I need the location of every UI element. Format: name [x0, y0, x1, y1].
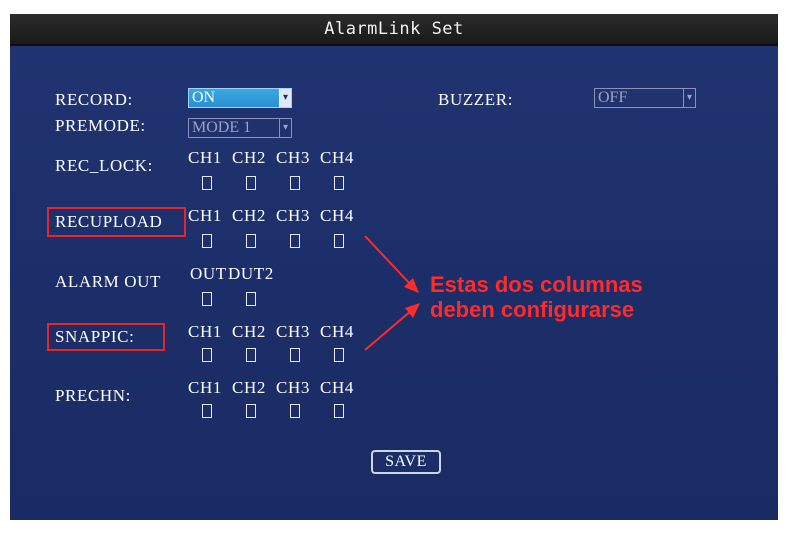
annotation-arrow-upper-line — [364, 235, 413, 287]
annotation-arrows — [364, 235, 420, 351]
annotation-text: Estas dos columnas deben configurarse — [430, 272, 643, 322]
save-button[interactable]: SAVE — [371, 450, 441, 474]
annotation-line-1: Estas dos columnas — [430, 272, 643, 297]
annotation-arrow-lower-head — [405, 303, 420, 318]
alarmlink-window: AlarmLink Set RECORD: ON ▾ BUZZER: OFF ▾… — [10, 14, 778, 520]
annotation-arrow-lower-line — [364, 309, 413, 351]
annotation-line-2: deben configurarse — [430, 297, 635, 322]
